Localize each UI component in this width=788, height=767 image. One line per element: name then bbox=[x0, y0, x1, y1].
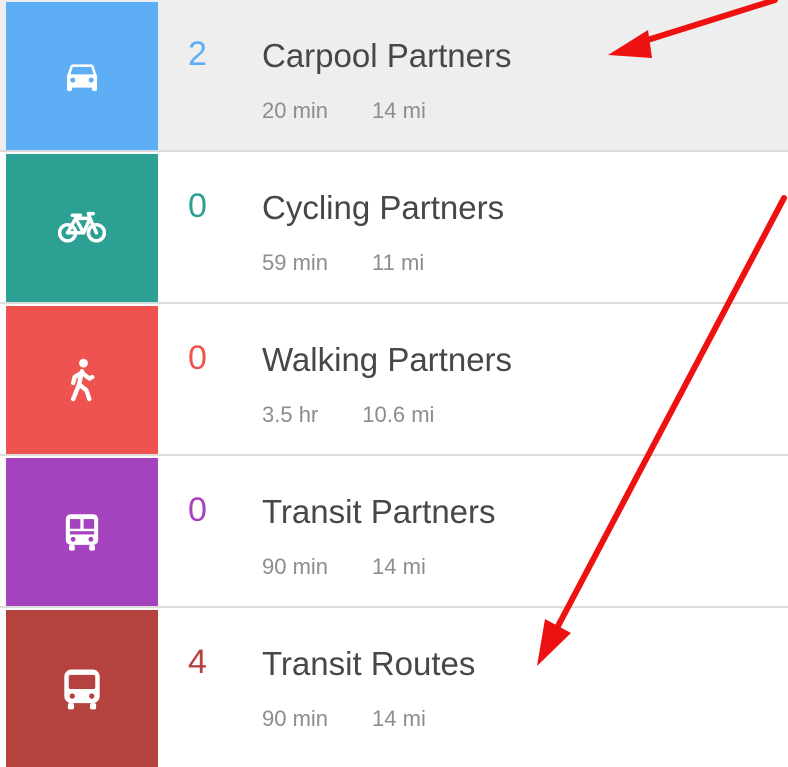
list-item-transit-routes[interactable]: 4 Transit Routes 90 min 14 mi bbox=[0, 608, 788, 767]
carpool-tile bbox=[6, 2, 158, 150]
bus-icon bbox=[64, 669, 100, 709]
travel-distance: 11 mi bbox=[372, 250, 425, 275]
partner-count: 2 bbox=[188, 35, 207, 73]
row-title: Transit Routes bbox=[262, 645, 476, 682]
partner-count: 4 bbox=[188, 643, 207, 681]
bus-front-icon bbox=[65, 514, 99, 551]
travel-time: 90 min bbox=[262, 554, 329, 579]
partner-count: 0 bbox=[188, 339, 207, 377]
partner-count: 0 bbox=[188, 491, 207, 529]
travel-distance: 14 mi bbox=[372, 554, 426, 579]
transit-routes-tile bbox=[6, 610, 158, 767]
list-item-walking[interactable]: 0 Walking Partners 3.5 hr 10.6 mi bbox=[0, 304, 788, 456]
row-meta: 20 min 14 mi bbox=[262, 96, 426, 126]
travel-distance: 10.6 mi bbox=[362, 402, 435, 427]
list-item-cycling[interactable]: 0 Cycling Partners 59 min 11 mi bbox=[0, 152, 788, 304]
transit-partners-tile bbox=[6, 458, 158, 606]
row-meta: 90 min 14 mi bbox=[262, 704, 426, 734]
partner-count: 0 bbox=[188, 187, 207, 225]
row-meta: 3.5 hr 10.6 mi bbox=[262, 400, 434, 430]
row-title: Carpool Partners bbox=[262, 37, 512, 74]
travel-distance: 14 mi bbox=[372, 706, 426, 731]
travel-time: 59 min bbox=[262, 250, 329, 275]
list-item-carpool[interactable]: 2 Carpool Partners 20 min 14 mi bbox=[0, 0, 788, 152]
row-title: Walking Partners bbox=[262, 341, 513, 378]
mode-list: 2 Carpool Partners 20 min 14 mi 0 Cycling… bbox=[0, 0, 788, 767]
walking-person-icon bbox=[70, 358, 95, 402]
row-title: Transit Partners bbox=[262, 493, 496, 530]
row-meta: 90 min 14 mi bbox=[262, 552, 426, 582]
walking-tile bbox=[6, 306, 158, 454]
travel-time: 20 min bbox=[262, 98, 329, 123]
row-meta: 59 min 11 mi bbox=[262, 248, 424, 278]
cycling-tile bbox=[6, 154, 158, 302]
travel-time: 3.5 hr bbox=[262, 402, 319, 427]
travel-distance: 14 mi bbox=[372, 98, 426, 123]
list-item-transit-partners[interactable]: 0 Transit Partners 90 min 14 mi bbox=[0, 456, 788, 608]
bicycle-icon bbox=[58, 211, 106, 243]
row-title: Cycling Partners bbox=[262, 189, 505, 226]
car-icon bbox=[67, 64, 97, 91]
travel-time: 90 min bbox=[262, 706, 329, 731]
